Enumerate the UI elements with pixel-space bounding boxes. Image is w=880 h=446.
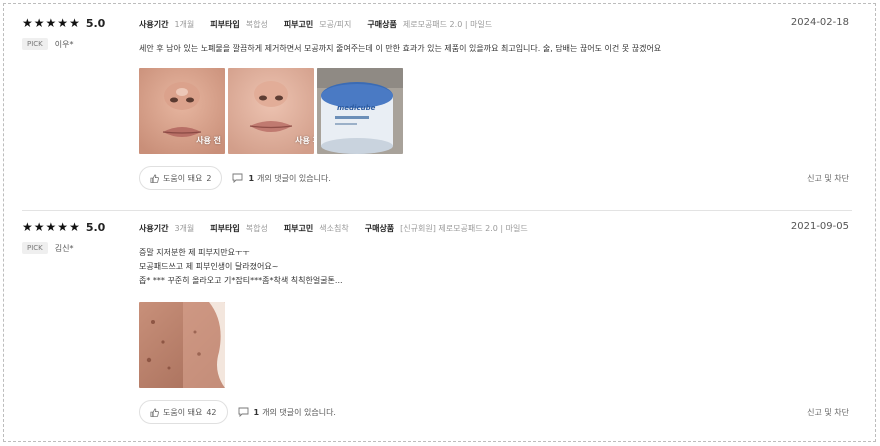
review-text-line: 모공패드쓰고 제 피부인생이 달라졌어요~ [139,262,279,271]
comment-count: 1 [253,407,260,417]
rating-stars: ★ ★ ★ ★ ★ 5.0 [22,220,132,234]
meta-label-skin-type: 피부타입 [210,19,240,29]
helpful-button[interactable]: 도움이 돼요 2 [139,166,223,190]
review-text-line: 좁* *** 꾸준히 올라오고 기*잡티***좀*착색 칙칙한얼굴톤... [139,276,343,285]
thumbs-up-icon [150,174,159,183]
helpful-button[interactable]: 도움이 돼요 42 [139,400,228,424]
review-meta: 사용기간 3개월 피부타입 복합성 피부고민 색소침착 구매상품 [신규회원] … [139,220,851,236]
reviewer-name: 김신* [54,243,74,253]
star-icon: ★ [57,16,69,30]
comment-icon [238,407,249,417]
meta-label-skin-concern: 피부고민 [283,19,314,29]
photo-tag: 사용 후 [295,136,314,145]
helpful-label: 도움이 돼요 [163,407,203,417]
star-icon: ★ [33,220,45,234]
meta-label-period: 사용기간 [139,223,169,233]
reviewer-name: 이우* [54,39,74,49]
review-text: 세안 후 남아 있는 노폐물을 깔끔하게 제거하면서 모공까지 줄여주는데 이 … [139,42,851,56]
meta-label-period: 사용기간 [139,19,169,29]
review-actions: 도움이 돼요 2 1 개의 댓글이 있습니다. 신고 및 차단 [139,166,851,190]
review-photo-skin-closeup[interactable] [139,302,225,388]
review-content: 사용기간 3개월 피부타입 복합성 피부고민 색소침착 구매상품 [신규회원] … [139,220,851,424]
star-icon: ★ [45,16,57,30]
comments-link[interactable]: 1 개의 댓글이 있습니다. [238,407,336,418]
comment-count: 1 [248,173,255,183]
star-icon: ★ [69,220,80,234]
meta-value-product: [신규회원] 제로모공패드 2.0 | 마일드 [400,223,528,233]
review-photo-after[interactable]: 사용 후 [228,68,314,154]
rating-stars: ★ ★ ★ ★ ★ 5.0 [22,16,132,30]
meta-value-skin-type: 복합성 [245,223,268,233]
review-photo-product[interactable]: medicube [317,68,403,154]
comment-icon [232,173,243,183]
meta-label-skin-type: 피부타입 [210,223,240,233]
review-date: 2021-09-05 [790,221,849,232]
review-text-line: 세안 후 남아 있는 노폐물을 깔끔하게 제거하면서 모공까지 줄여주는데 이 … [139,44,662,53]
photo-tag: 사용 전 [196,136,221,145]
review-actions: 도움이 돼요 42 1 개의 댓글이 있습니다. 신고 및 차단 [139,400,851,424]
comments-link[interactable]: 1 개의 댓글이 있습니다. [232,173,331,184]
star-icon: ★ [57,220,69,234]
star-icon: ★ [69,16,80,30]
star-icon: ★ [45,220,57,234]
review-date: 2024-02-18 [790,17,849,28]
review-photo-before[interactable]: 사용 전 [139,68,225,154]
helpful-label: 도움이 돼요 [163,173,203,183]
product-brand-text: medicube [337,104,376,112]
helpful-count: 2 [206,173,212,183]
star-icon: ★ [22,220,33,234]
meta-value-skin-concern: 색소침착 [319,223,349,233]
meta-label-skin-concern: 피부고민 [283,223,314,233]
review-meta: 사용기간 1개월 피부타입 복합성 피부고민 모공/피지 구매상품 제로모공패드… [139,16,851,32]
meta-value-product: 제로모공패드 2.0 | 마일드 [402,19,493,29]
rating-score: 5.0 [85,16,106,30]
meta-label-product: 구매상품 [367,19,397,29]
review-text: 증말 지저분한 제 피부지만요ㅜㅜ 모공패드쓰고 제 피부인생이 달라졌어요~ … [139,246,851,288]
meta-value-period: 3개월 [174,223,195,233]
thumbs-up-icon [150,408,159,417]
review-divider [22,210,852,211]
meta-value-period: 1개월 [174,19,195,29]
comment-text: 개의 댓글이 있습니다. [257,173,331,183]
review-text-line: 증말 지저분한 제 피부지만요ㅜㅜ [139,248,250,257]
review-author-block: ★ ★ ★ ★ ★ 5.0 PICK 이우* [22,16,132,50]
review-photos: 사용 전 사용 후 [139,68,851,154]
meta-value-skin-type: 복합성 [245,19,268,29]
pick-badge: PICK [22,242,48,254]
helpful-count: 42 [206,407,217,417]
star-icon: ★ [33,16,45,30]
meta-label-product: 구매상품 [364,223,395,233]
pick-badge: PICK [22,38,48,50]
rating-score: 5.0 [85,220,106,234]
review-content: 사용기간 1개월 피부타입 복합성 피부고민 모공/피지 구매상품 제로모공패드… [139,16,851,190]
report-block-link[interactable]: 신고 및 차단 [807,407,849,418]
comment-text: 개의 댓글이 있습니다. [262,407,336,417]
star-icon: ★ [22,16,33,30]
review-author-block: ★ ★ ★ ★ ★ 5.0 PICK 김신* [22,220,132,254]
report-block-link[interactable]: 신고 및 차단 [807,173,849,184]
review-photos [139,302,851,388]
meta-value-skin-concern: 모공/피지 [319,19,352,29]
